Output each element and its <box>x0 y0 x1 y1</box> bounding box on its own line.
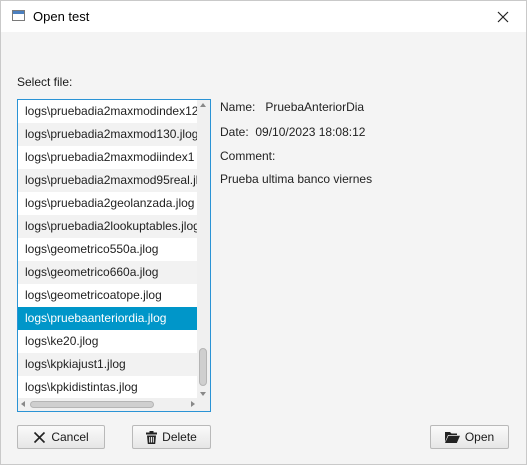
folder-open-icon <box>444 432 460 443</box>
comment-value: Prueba ultima banco viernes <box>220 172 373 186</box>
date-value: 09/10/2023 18:08:12 <box>255 125 366 139</box>
file-list-item[interactable]: logs\pruebadia2maxmodindex12 <box>18 100 198 123</box>
name-label: Name: <box>220 100 256 114</box>
horizontal-scrollbar[interactable] <box>18 398 198 411</box>
scroll-left-icon[interactable] <box>21 401 25 407</box>
app-window-icon <box>12 10 25 21</box>
scrollbar-corner <box>197 398 210 411</box>
file-list-item[interactable]: logs\pruebadia2maxmod95real.jl <box>18 169 198 192</box>
file-list-item[interactable]: logs\kpkidistintas.jlog <box>18 376 198 399</box>
cancel-button[interactable]: Cancel <box>17 425 105 449</box>
file-list-item[interactable]: logs\pruebadia2maxmodiindex1 <box>18 146 198 169</box>
file-list-item[interactable]: logs\ke20.jlog <box>18 330 198 353</box>
file-list-item[interactable]: logs\kpkiajust1.jlog <box>18 353 198 376</box>
vertical-scrollbar[interactable] <box>197 100 210 399</box>
title-bar: Open test <box>1 1 526 32</box>
scroll-up-icon[interactable] <box>200 103 206 107</box>
scroll-down-icon[interactable] <box>200 392 206 396</box>
scroll-right-icon[interactable] <box>191 401 195 407</box>
comment-label: Comment: <box>220 149 276 163</box>
x-icon <box>34 431 46 443</box>
file-list-item-selected[interactable]: logs\pruebaanteriordia.jlog <box>18 307 198 330</box>
delete-button[interactable]: Delete <box>132 425 211 449</box>
window-title: Open test <box>33 9 90 24</box>
delete-label: Delete <box>162 430 197 444</box>
file-list-item[interactable]: logs\geometricoatope.jlog <box>18 284 198 307</box>
file-list[interactable]: logs\pruebadia2maxmodindex12 logs\pruebad… <box>17 99 211 412</box>
close-icon <box>497 11 509 22</box>
horizontal-scroll-thumb[interactable] <box>30 401 154 408</box>
open-button[interactable]: Open <box>430 425 509 449</box>
open-label: Open <box>464 430 495 444</box>
date-label: Date: <box>220 125 249 139</box>
file-list-item[interactable]: logs\pruebadia2maxmod130.jlog <box>18 123 198 146</box>
name-value: PruebaAnteriorDia <box>265 100 365 114</box>
file-list-item[interactable]: logs\pruebadia2geolanzada.jlog <box>18 192 198 215</box>
date-line: Date: 09/10/2023 18:08:12 <box>220 125 365 139</box>
trash-icon <box>146 430 158 444</box>
vertical-scroll-thumb[interactable] <box>199 348 207 386</box>
name-line: Name: PruebaAnteriorDia <box>220 100 364 114</box>
file-list-rows: logs\pruebadia2maxmodindex12 logs\pruebad… <box>18 100 198 399</box>
select-file-label: Select file: <box>17 75 73 89</box>
close-button[interactable] <box>480 1 526 32</box>
cancel-label: Cancel <box>51 430 89 444</box>
file-list-item[interactable]: logs\pruebadia2lookuptables.jlog <box>18 215 198 238</box>
file-list-item[interactable]: logs\geometrico660a.jlog <box>18 261 198 284</box>
file-list-item[interactable]: logs\geometrico550a.jlog <box>18 238 198 261</box>
open-dialog: Open test Select file: logs\pruebadia2ma… <box>0 0 527 465</box>
